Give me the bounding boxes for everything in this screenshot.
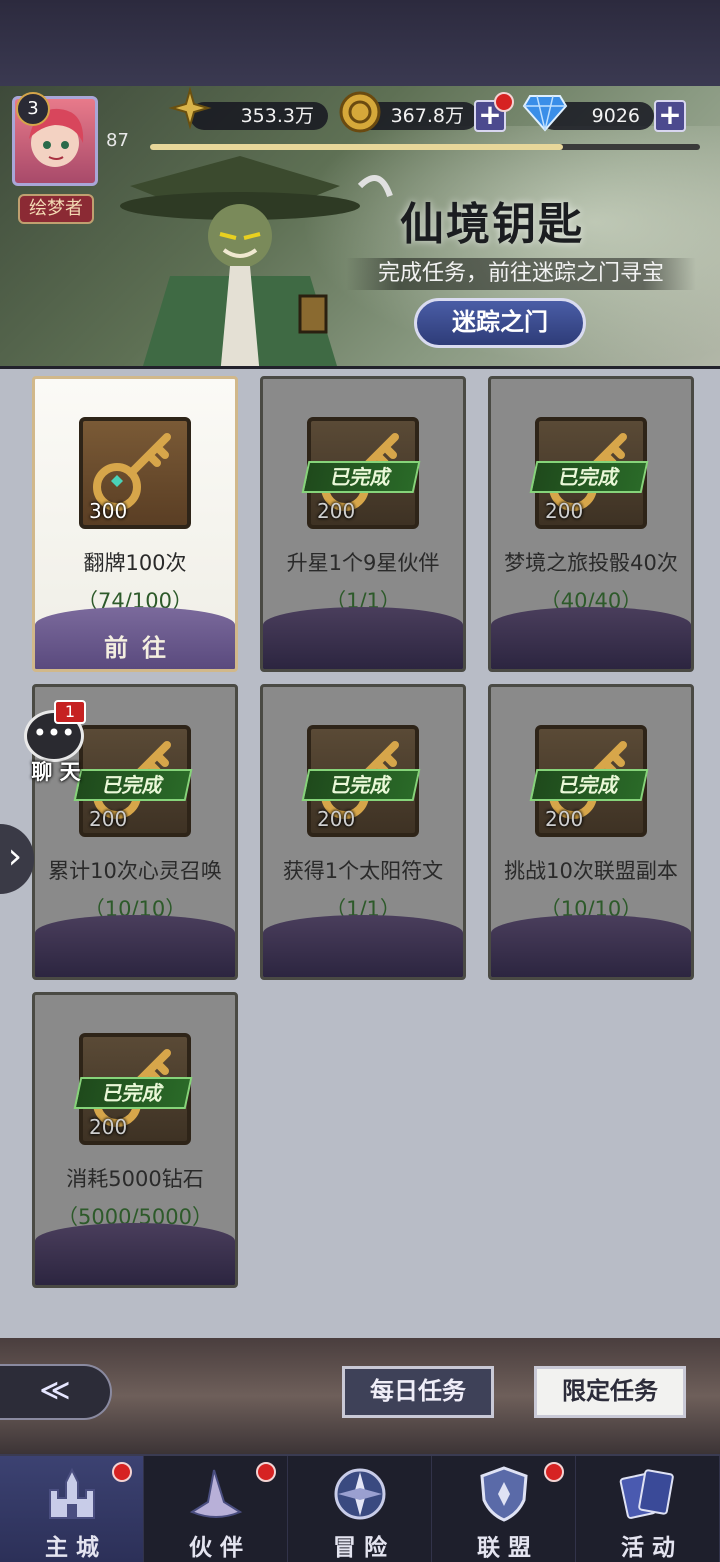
reward-key-box: 300 bbox=[79, 417, 191, 529]
go-button[interactable]: 前往 bbox=[35, 628, 235, 663]
card-footer bbox=[35, 915, 235, 977]
nav-item-3[interactable]: 冒险 bbox=[288, 1456, 432, 1562]
reward-key-box: 200 已完成 bbox=[73, 1033, 193, 1145]
nav-label: 联盟 bbox=[477, 1535, 539, 1561]
chat-label: 聊 天 bbox=[31, 760, 81, 784]
experience-bar bbox=[150, 144, 700, 150]
diamond-value: 9026 bbox=[591, 105, 640, 127]
task-title: 累计10次心灵召唤 bbox=[48, 859, 222, 883]
castle-icon bbox=[49, 1467, 95, 1519]
nav-label: 伙伴 bbox=[189, 1535, 251, 1561]
tab-daily-tasks[interactable]: 每日任务 bbox=[342, 1366, 494, 1418]
bottom-navigation: 主城 伙伴 冒险 联盟 活动 bbox=[0, 1454, 720, 1562]
cards-icon bbox=[619, 1469, 674, 1519]
chat-unread-badge: 1 bbox=[54, 700, 86, 724]
event-subtitle: 完成任务，前往迷踪之门寻宝 bbox=[346, 258, 696, 290]
card-footer bbox=[263, 607, 463, 669]
back-arrow-icon: ≪ bbox=[39, 1373, 71, 1408]
task-title: 升星1个9星伙伴 bbox=[286, 551, 440, 575]
sword-power-icon bbox=[168, 86, 212, 130]
wizard-hat-icon bbox=[189, 1469, 243, 1518]
player-level: 87 bbox=[106, 130, 129, 151]
task-title: 挑战10次联盟副本 bbox=[504, 859, 678, 883]
gold-coin-icon bbox=[339, 91, 381, 133]
experience-fill bbox=[150, 144, 563, 150]
nav-label: 主城 bbox=[45, 1535, 107, 1561]
player-level-badge: 3 bbox=[16, 92, 50, 126]
reward-key-box: 200 已完成 bbox=[529, 417, 649, 529]
reward-amount: 200 bbox=[89, 1115, 128, 1139]
completed-stamp: 已完成 bbox=[73, 769, 193, 801]
card-footer bbox=[263, 915, 463, 977]
player-title-tag: 绘梦者 bbox=[18, 194, 94, 224]
diamond-icon bbox=[522, 95, 568, 132]
completed-stamp: 已完成 bbox=[529, 769, 649, 801]
reward-key-box: 200 已完成 bbox=[301, 725, 421, 837]
reward-key-box: 200 已完成 bbox=[301, 417, 421, 529]
completed-stamp: 已完成 bbox=[301, 769, 421, 801]
gold-value: 367.8万 bbox=[390, 105, 464, 127]
reward-amount: 200 bbox=[89, 807, 128, 831]
completed-stamp: 已完成 bbox=[73, 1077, 193, 1109]
portal-button[interactable]: 迷踪之门 bbox=[414, 298, 586, 348]
add-diamond-button[interactable]: + bbox=[654, 100, 686, 132]
top-background bbox=[0, 0, 720, 90]
nav-label: 活动 bbox=[621, 1535, 683, 1561]
task-card[interactable]: 300 翻牌100次 （74/100） 前往 bbox=[32, 376, 238, 672]
card-footer bbox=[491, 915, 691, 977]
task-title: 翻牌100次 bbox=[83, 551, 187, 575]
reward-amount: 200 bbox=[317, 499, 356, 523]
reward-amount: 200 bbox=[545, 499, 584, 523]
card-footer: 前往 bbox=[35, 607, 235, 669]
task-title: 获得1个太阳符文 bbox=[282, 859, 444, 883]
task-card: 200 已完成 梦境之旅投骰40次 （40/40） bbox=[488, 376, 694, 672]
back-button[interactable]: ≪ bbox=[0, 1364, 112, 1420]
chat-button[interactable]: ••• 1 聊 天 bbox=[22, 700, 90, 786]
nav-item-2[interactable]: 伙伴 bbox=[144, 1456, 288, 1562]
card-footer bbox=[35, 1223, 235, 1285]
notification-dot bbox=[544, 1462, 564, 1482]
notification-dot bbox=[256, 1462, 276, 1482]
nav-item-4[interactable]: 联盟 bbox=[432, 1456, 576, 1562]
compass-icon bbox=[334, 1468, 386, 1520]
reward-amount: 200 bbox=[545, 807, 584, 831]
gold-notification-dot bbox=[494, 92, 514, 112]
completed-stamp: 已完成 bbox=[529, 461, 649, 493]
task-title: 梦境之旅投骰40次 bbox=[504, 551, 678, 575]
shield-icon bbox=[480, 1466, 528, 1522]
task-card: 200 已完成 升星1个9星伙伴 （1/1） bbox=[260, 376, 466, 672]
task-card: 200 已完成 获得1个太阳符文 （1/1） bbox=[260, 684, 466, 980]
reward-amount: 200 bbox=[317, 807, 356, 831]
nav-item-5[interactable]: 活动 bbox=[576, 1456, 720, 1562]
notification-dot bbox=[112, 1462, 132, 1482]
task-card: 200 已完成 挑战10次联盟副本 （10/10） bbox=[488, 684, 694, 980]
power-value: 353.3万 bbox=[240, 105, 314, 127]
reward-key-box: 200 已完成 bbox=[73, 725, 193, 837]
event-title: 仙境钥匙 bbox=[400, 199, 584, 250]
reward-key-box: 200 已完成 bbox=[529, 725, 649, 837]
tab-limited-tasks[interactable]: 限定任务 bbox=[534, 1366, 686, 1418]
card-footer bbox=[491, 607, 691, 669]
task-card: 200 已完成 消耗5000钻石 （5000/5000） bbox=[32, 992, 238, 1288]
nav-item-1[interactable]: 主城 bbox=[0, 1456, 144, 1562]
nav-label: 冒险 bbox=[333, 1535, 395, 1561]
task-title: 消耗5000钻石 bbox=[66, 1167, 204, 1191]
completed-stamp: 已完成 bbox=[301, 461, 421, 493]
reward-amount: 300 bbox=[89, 499, 128, 523]
